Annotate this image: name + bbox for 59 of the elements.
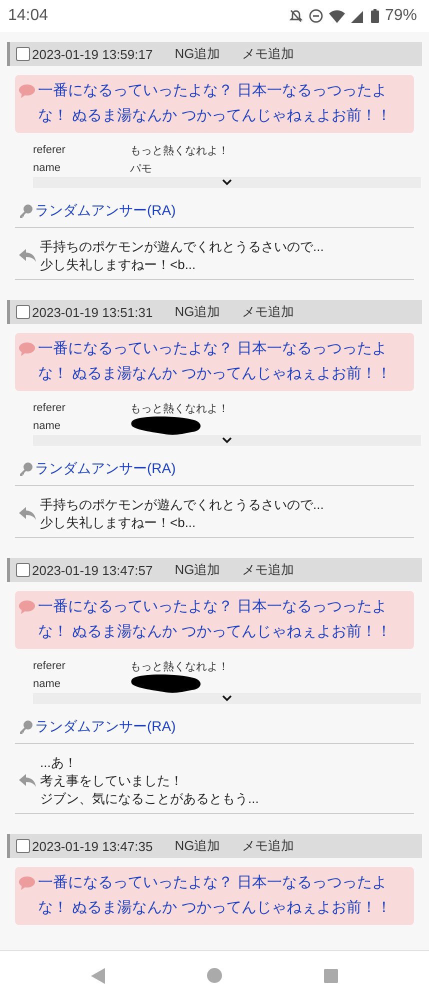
reply-text: ...あ！ 考え事をしていました！ ジブン、気になることがあるともう... (40, 754, 259, 808)
action-link[interactable]: NG追加 (174, 837, 220, 855)
action-link[interactable]: NG追加 (174, 45, 220, 63)
muted-bell-icon (288, 9, 303, 23)
recents-icon[interactable] (324, 968, 338, 982)
reply-icon (19, 249, 37, 263)
action-link[interactable]: NG追加 (174, 303, 220, 321)
message-text: 一番になるっていったよな？ 日本一なるっつったよな！ ぬるま湯なんか つかってんじゃねぇよお前！！ (38, 81, 392, 126)
key-icon (19, 462, 33, 476)
clock-time: 14:04 (8, 7, 48, 25)
reply-icon (19, 774, 37, 788)
message-text: 一番になるっていったよな？ 日本一なるっつったよな！ ぬるま湯なんか つかってんじゃねぇよお前！！ (38, 873, 392, 918)
home-icon[interactable] (207, 968, 222, 983)
reply-icon (19, 507, 37, 521)
do-not-disturb-icon (308, 9, 323, 23)
speech-bubble-icon (19, 876, 35, 890)
checkbox[interactable] (16, 839, 30, 853)
checkbox[interactable] (16, 563, 30, 577)
post-date: 2023-01-19 13:59:17 (32, 46, 153, 62)
author-link[interactable]: ランダムアンサー(RA) (35, 202, 176, 220)
chevron-down-icon (222, 695, 232, 702)
chevron-down-icon (222, 437, 232, 444)
checkbox[interactable] (16, 47, 30, 61)
detail-label: referer (33, 402, 66, 414)
author-link[interactable]: ランダムアンサー(RA) (35, 718, 176, 736)
reply-text: 手持ちのポケモンが遊んでくれとうるさいので... 少し失礼しますねー！<b... (40, 496, 324, 532)
checkbox[interactable] (16, 305, 30, 319)
post-date: 2023-01-19 13:51:31 (32, 304, 153, 320)
battery-icon (370, 9, 379, 23)
message-text: 一番になるっていったよな？ 日本一なるっつったよな！ ぬるま湯なんか つかってんじゃねぇよお前！！ (38, 339, 392, 384)
key-icon (19, 720, 33, 734)
speech-bubble-icon (19, 342, 35, 356)
battery-percentage: 79% (384, 7, 417, 25)
detail-label: name (33, 162, 62, 174)
detail-label: referer (33, 144, 66, 156)
detail-value: もっと熱くなれよ！ (130, 402, 229, 416)
detail-label: name (33, 678, 62, 690)
message-text: 一番になるっていったよな？ 日本一なるっつったよな！ ぬるま湯なんか つかってんじゃねぇよお前！！ (38, 597, 392, 642)
action-link[interactable]: メモ追加 (242, 303, 294, 321)
detail-value: もっと熱くなれよ！ (130, 144, 229, 158)
chevron-down-icon (222, 179, 232, 186)
detail-value: パモ (130, 162, 152, 176)
reply-text: 手持ちのポケモンが遊んでくれとうるさいので... 少し失礼しますねー！<b... (40, 238, 324, 274)
speech-bubble-icon (19, 84, 35, 98)
key-icon (19, 204, 33, 218)
speech-bubble-icon (19, 600, 35, 614)
action-link[interactable]: NG追加 (174, 561, 220, 579)
action-link[interactable]: メモ追加 (242, 837, 294, 855)
back-icon[interactable] (91, 968, 105, 984)
action-link[interactable]: メモ追加 (242, 561, 294, 579)
author-link[interactable]: ランダムアンサー(RA) (35, 460, 176, 478)
detail-label: referer (33, 660, 66, 672)
wifi-icon (328, 10, 345, 22)
post-date: 2023-01-19 13:47:57 (32, 562, 153, 578)
action-link[interactable]: メモ追加 (242, 45, 294, 63)
detail-value: もっと熱くなれよ！ (130, 660, 229, 674)
detail-label: name (33, 420, 62, 432)
post-date: 2023-01-19 13:47:35 (32, 838, 153, 854)
signal-icon (350, 10, 365, 22)
